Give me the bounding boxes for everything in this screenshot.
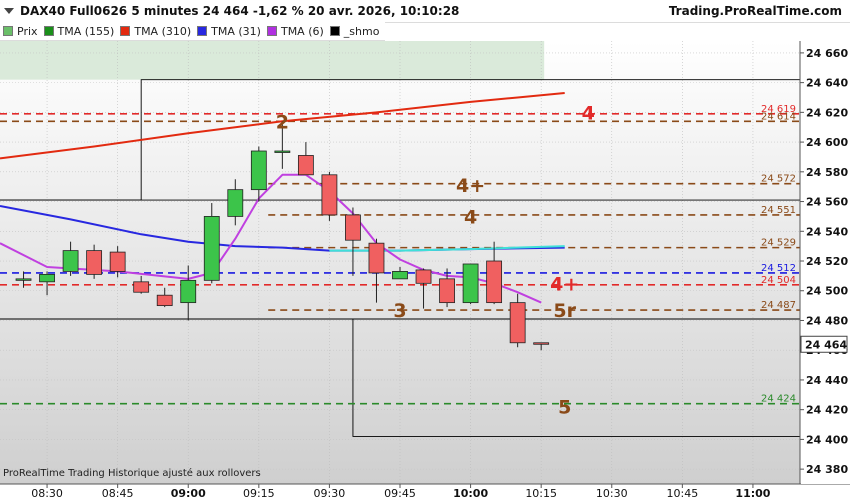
y-tick-label: 24 480 xyxy=(806,314,848,327)
legend-label: TMA (310) xyxy=(134,24,192,38)
level-label: 24 504 xyxy=(761,275,796,286)
legend-swatch xyxy=(266,26,277,36)
candle-body xyxy=(415,269,432,284)
candle-body xyxy=(39,273,55,283)
y-tick-label: 24 380 xyxy=(806,463,848,476)
y-tick-label: 24 620 xyxy=(806,106,848,119)
session-zone xyxy=(0,41,545,80)
price-chart[interactable]: 24 61924 61424 57224 55124 52924 51224 5… xyxy=(0,0,850,500)
candle-body xyxy=(62,250,79,272)
candle-body xyxy=(274,150,291,153)
candle-body xyxy=(462,263,479,304)
level-label: 24 487 xyxy=(761,300,796,311)
legend-swatch xyxy=(329,26,340,36)
x-tick-label: 08:45 xyxy=(102,487,134,500)
candle-body xyxy=(533,342,550,345)
candle-body xyxy=(203,216,220,281)
legend-swatch xyxy=(3,26,13,36)
x-tick-label: 10:45 xyxy=(667,487,699,500)
chart-annotation: 4 xyxy=(464,206,477,228)
y-tick-label: 24 400 xyxy=(806,433,848,446)
legend-swatch xyxy=(120,26,131,36)
y-tick-label: 24 660 xyxy=(806,47,848,60)
legend-label: TMA (6) xyxy=(280,24,324,38)
x-tick-label: 09:45 xyxy=(384,487,416,500)
chart-annotation: 5 xyxy=(558,397,571,419)
candle-body xyxy=(321,174,338,216)
level-label: 24 529 xyxy=(761,238,796,249)
level-label: 24 424 xyxy=(761,394,796,405)
footer-note: ProRealTime Trading Historique ajusté au… xyxy=(3,468,261,479)
x-tick-label: 10:15 xyxy=(525,487,557,500)
y-tick-label: 24 580 xyxy=(806,166,848,179)
current-price-label: 24 464 xyxy=(805,338,847,351)
y-tick-label: 24 500 xyxy=(806,285,848,298)
chart-annotation: 2 xyxy=(276,111,289,133)
candle-body xyxy=(486,260,503,304)
x-tick-label: 09:15 xyxy=(243,487,275,500)
chart-annotation: 4 xyxy=(582,102,595,124)
indicator-legend: Prix TMA (155) TMA (310) TMA (31) TMA (6) _sh… xyxy=(0,22,385,41)
y-tick-label: 24 420 xyxy=(806,404,848,417)
legend-item[interactable]: Prix xyxy=(3,25,38,38)
y-tick-label: 24 440 xyxy=(806,374,848,387)
candle-body xyxy=(156,294,173,307)
legend-label: _shmo xyxy=(343,24,380,38)
legend-item[interactable]: TMA (155) xyxy=(43,24,115,38)
candle-body xyxy=(509,302,526,344)
y-tick-label: 24 560 xyxy=(806,196,848,209)
legend-item[interactable]: TMA (31) xyxy=(197,25,261,38)
chart-annotation: 5r xyxy=(553,300,576,322)
candle-body xyxy=(439,278,455,304)
candle-body xyxy=(86,250,103,275)
candle-body xyxy=(368,242,385,274)
x-tick-label: 08:30 xyxy=(31,487,63,500)
legend-label: TMA (31) xyxy=(211,24,261,38)
x-tick-label: 10:30 xyxy=(596,487,628,500)
chart-window: 24 619 24 614 24 572 24 551 24 529 24 512 24 5… xyxy=(0,0,850,500)
legend-item[interactable]: _shmo xyxy=(329,24,380,38)
y-tick-label: 24 540 xyxy=(806,225,848,238)
legend-swatch xyxy=(43,26,54,36)
y-tick-label: 24 640 xyxy=(806,77,848,90)
legend-item[interactable]: TMA (310) xyxy=(120,25,191,38)
legend-label: TMA (155) xyxy=(57,24,115,38)
y-tick-label: 24 600 xyxy=(806,136,848,149)
candle-body xyxy=(250,150,267,191)
candle-body xyxy=(109,251,126,272)
x-tick-label: 09:30 xyxy=(314,487,346,500)
candle-body xyxy=(15,278,32,281)
x-tick-label: 09:00 xyxy=(171,487,206,500)
candle-body xyxy=(392,271,408,280)
legend-label: Prix xyxy=(17,24,38,38)
menu-icon[interactable] xyxy=(4,6,14,16)
x-tick-label: 11:00 xyxy=(735,487,770,500)
legend-swatch xyxy=(197,26,208,36)
brand-label: Trading.ProRealTime.com xyxy=(668,4,842,18)
level-label: 24 572 xyxy=(761,174,796,185)
y-tick-label: 24 520 xyxy=(806,255,848,268)
level-label: 24 551 xyxy=(761,205,796,216)
candle-body xyxy=(297,155,314,176)
x-tick-label: 10:00 xyxy=(453,487,488,500)
candle-body xyxy=(133,281,150,293)
legend-item[interactable]: TMA (6) xyxy=(266,24,324,38)
candle-body xyxy=(345,214,361,241)
level-label: 24 614 xyxy=(761,111,796,122)
candle-body xyxy=(180,279,197,304)
level-label: 24 512 xyxy=(761,263,796,274)
chart-annotation: 3 xyxy=(393,300,406,322)
chart-annotation: 4+ xyxy=(456,175,485,197)
candle-body xyxy=(227,189,244,217)
chart-annotation: 4+ xyxy=(550,273,579,295)
chart-title: DAX40 Full0626 5 minutes 24 464 -1,62 % … xyxy=(20,4,460,18)
